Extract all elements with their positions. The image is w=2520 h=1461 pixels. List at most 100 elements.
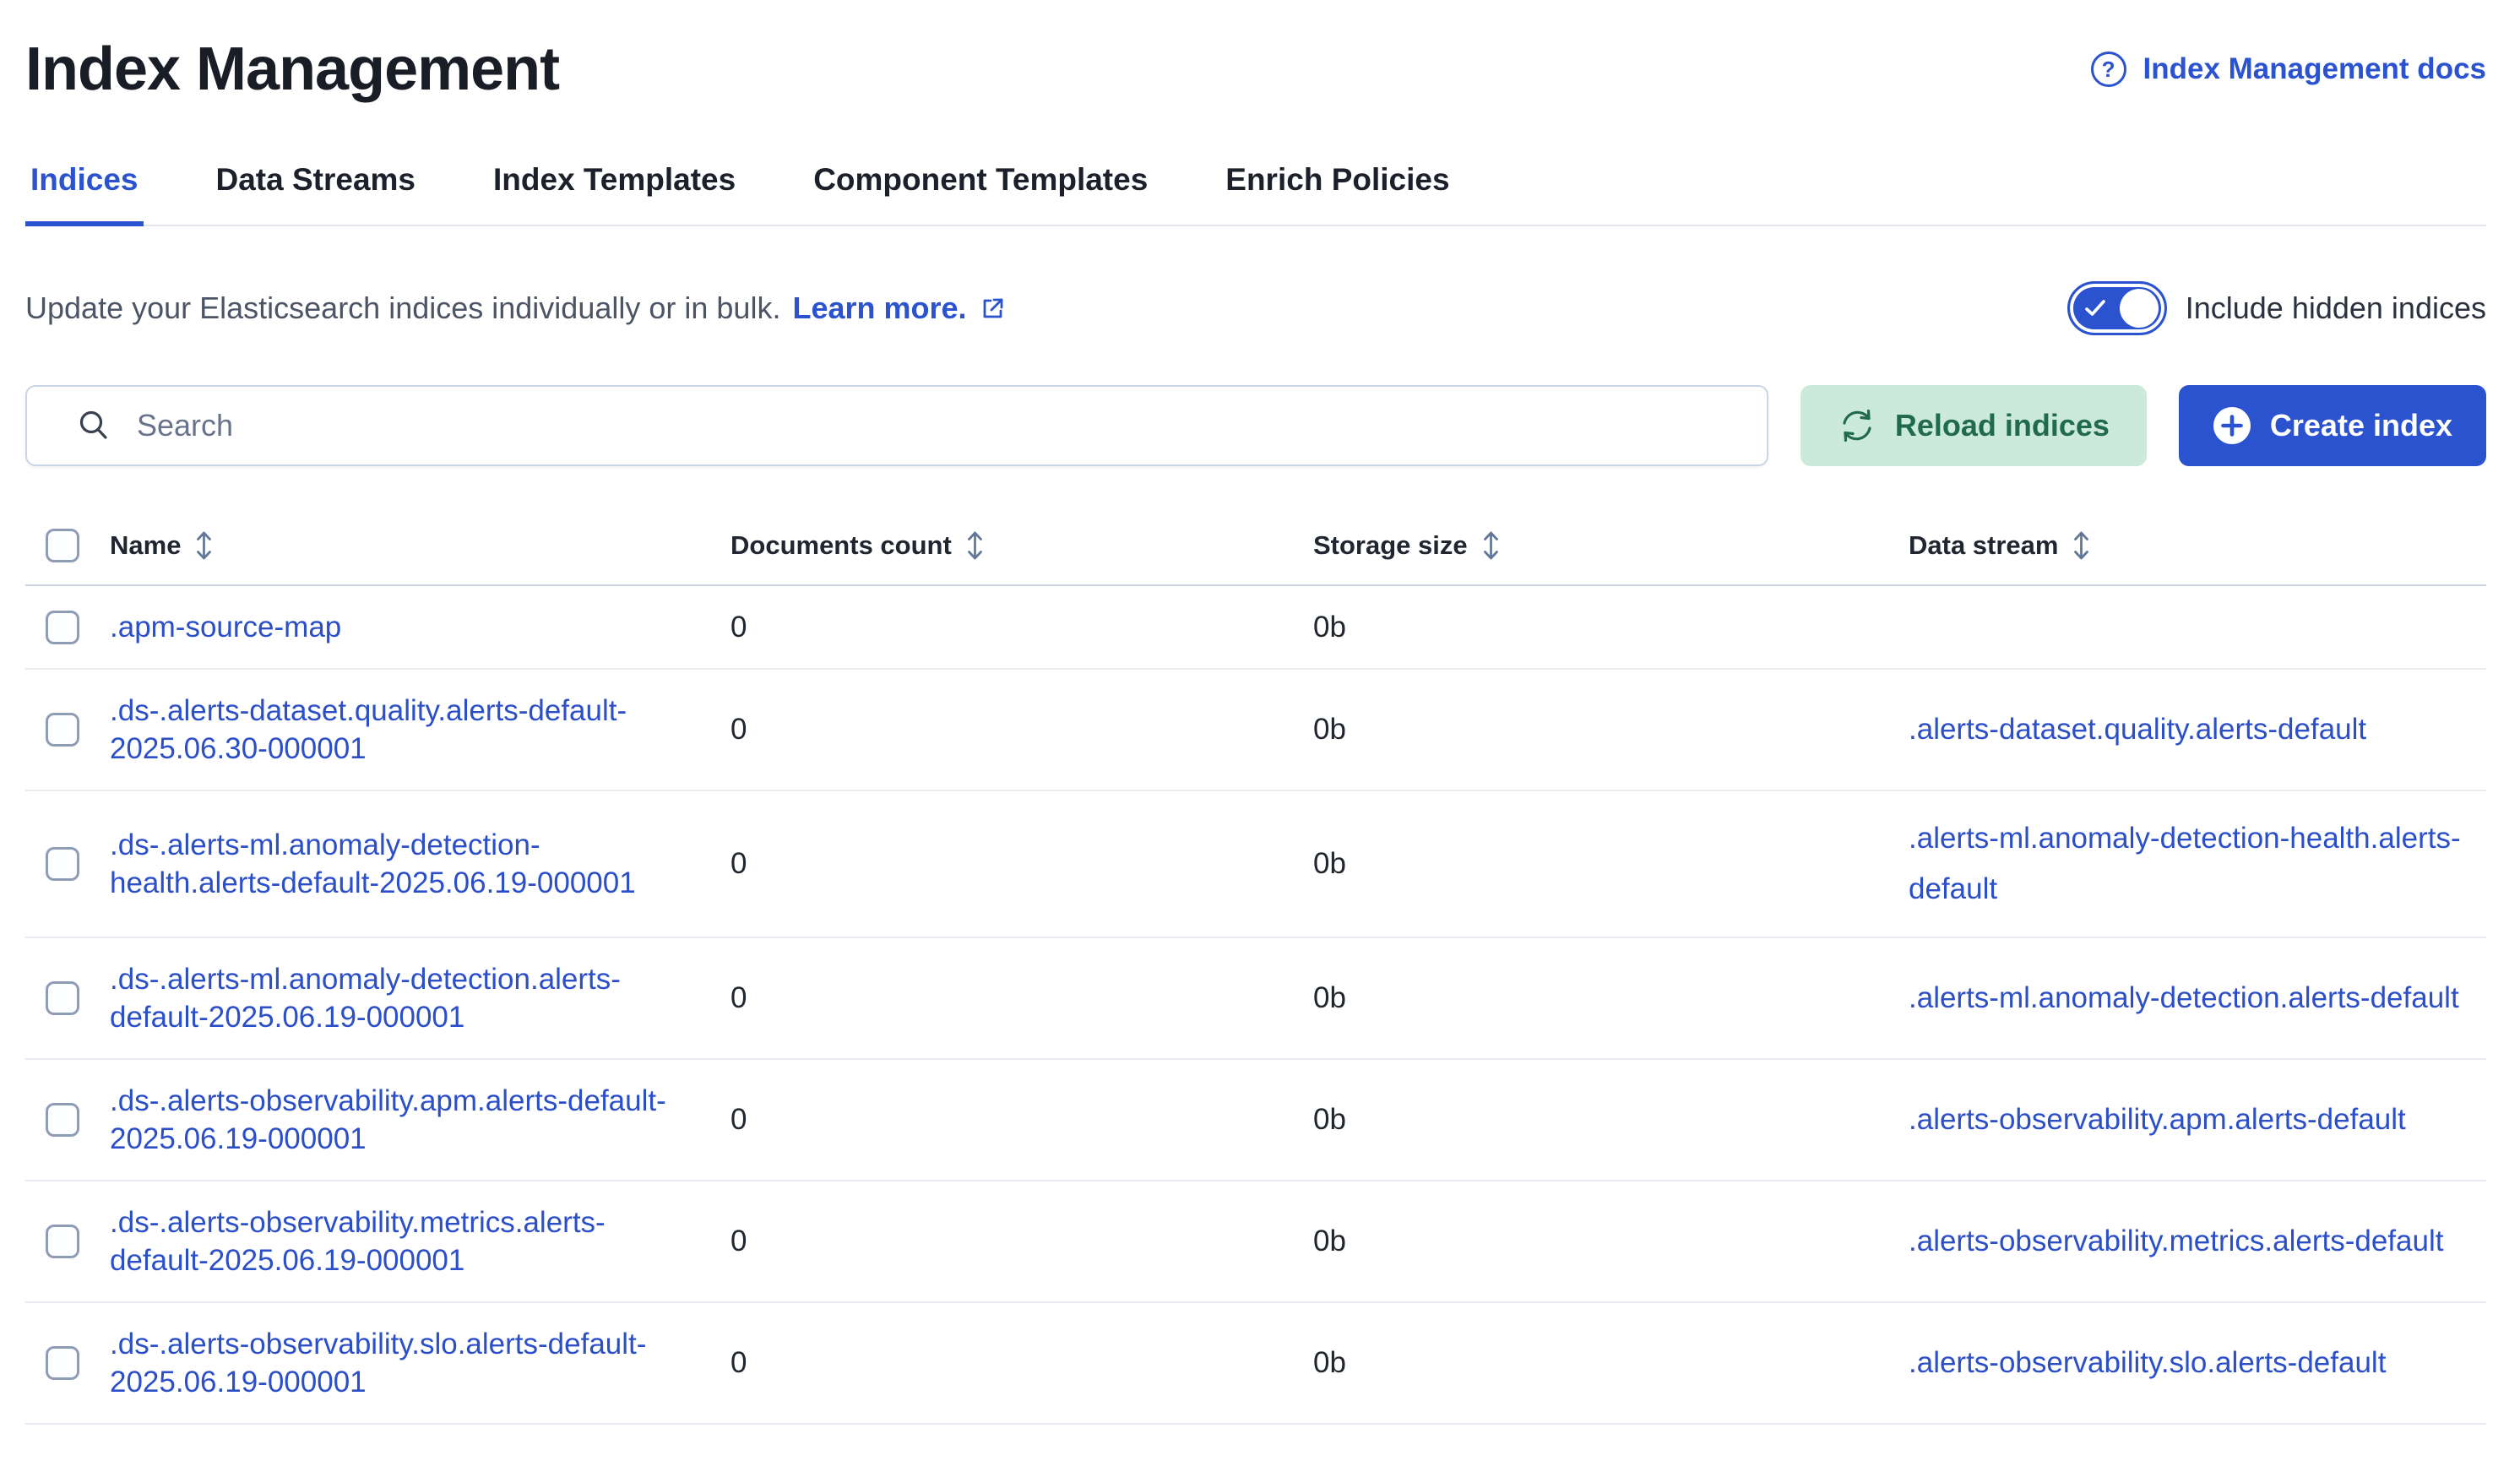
data-stream-link[interactable]: .alerts-ml.anomaly-detection.alerts-defa…: [1909, 973, 2469, 1024]
search-input[interactable]: [137, 408, 1741, 443]
index-name-link[interactable]: .ds-.alerts-observability.apm.alerts-def…: [110, 1082, 695, 1158]
select-all-checkbox[interactable]: [46, 529, 79, 562]
index-name-cell: .ds-.alerts-observability.slo.alerts-def…: [110, 1325, 730, 1401]
data-stream-cell: .alerts-ml.anomaly-detection.alerts-defa…: [1909, 973, 2486, 1024]
docs-link-label: Index Management docs: [2143, 52, 2486, 86]
table-row: .ds-.alerts-observability.metrics.alerts…: [25, 1181, 2486, 1303]
table-row: .ds-.alerts-observability.apm.alerts-def…: [25, 1060, 2486, 1181]
documents-count-value: 0: [730, 713, 1313, 747]
storage-size-value: 0b: [1313, 847, 1909, 881]
data-stream-link[interactable]: .alerts-ml.anomaly-detection-health.aler…: [1909, 813, 2469, 915]
documents-count-value: 0: [730, 611, 1313, 644]
table-row: .ds-.alerts-dataset.quality.alerts-defau…: [25, 670, 2486, 791]
tab-indices[interactable]: Indices: [25, 162, 144, 226]
toggle-knob: [2120, 289, 2159, 328]
row-checkbox[interactable]: [46, 1225, 79, 1258]
page-title: Index Management: [25, 35, 559, 104]
tab-data-streams[interactable]: Data Streams: [211, 162, 421, 226]
controls-row: Reload indices Create index: [25, 385, 2486, 466]
plus-in-circle-icon: [2213, 406, 2251, 445]
search-box: [25, 385, 1768, 466]
row-checkbox[interactable]: [46, 611, 79, 644]
data-stream-cell: .alerts-observability.apm.alerts-default: [1909, 1094, 2486, 1145]
table-row: .ds-.alerts-ml.anomaly-detection-health.…: [25, 791, 2486, 938]
column-header-label: Storage size: [1313, 530, 1468, 561]
index-name-cell: .ds-.alerts-observability.metrics.alerts…: [110, 1203, 730, 1279]
storage-size-value: 0b: [1313, 981, 1909, 1015]
intro-text: Update your Elasticsearch indices indivi…: [25, 291, 780, 326]
column-header-documents-count[interactable]: Documents count: [730, 530, 1313, 561]
index-name-link[interactable]: .apm-source-map: [110, 608, 695, 646]
include-hidden-indices-toggle[interactable]: [2067, 281, 2167, 335]
sort-icon: [1481, 530, 1501, 561]
question-in-circle-icon: ?: [2091, 52, 2126, 87]
toggle-label: Include hidden indices: [2186, 291, 2486, 326]
sort-icon: [2072, 530, 2091, 561]
documents-count-value: 0: [730, 847, 1313, 881]
learn-more-link[interactable]: Learn more.: [792, 291, 1005, 326]
intro-text-wrap: Update your Elasticsearch indices indivi…: [25, 291, 1006, 326]
create-index-button[interactable]: Create index: [2179, 385, 2486, 466]
tab-component-templates[interactable]: Component Templates: [808, 162, 1153, 226]
intro-row: Update your Elasticsearch indices indivi…: [25, 279, 2486, 338]
hidden-indices-toggle-wrap: Include hidden indices: [2067, 281, 2486, 335]
storage-size-value: 0b: [1313, 1225, 1909, 1258]
column-header-label: Documents count: [730, 530, 952, 561]
data-stream-cell: .alerts-ml.anomaly-detection-health.aler…: [1909, 813, 2486, 915]
data-stream-cell: .alerts-dataset.quality.alerts-default: [1909, 704, 2486, 755]
index-name-cell: .ds-.alerts-ml.anomaly-detection.alerts-…: [110, 960, 730, 1036]
index-name-cell: .ds-.alerts-ml.anomaly-detection-health.…: [110, 826, 730, 902]
storage-size-value: 0b: [1313, 1346, 1909, 1380]
refresh-icon: [1838, 406, 1876, 445]
row-checkbox[interactable]: [46, 713, 79, 747]
index-name-cell: .ds-.alerts-dataset.quality.alerts-defau…: [110, 692, 730, 768]
table-header-row: Name Documents count Storage size Data stre…: [25, 508, 2486, 586]
table-body: .apm-source-map00b.ds-.alerts-dataset.qu…: [25, 586, 2486, 1425]
row-checkbox[interactable]: [46, 1346, 79, 1380]
column-header-label: Name: [110, 530, 181, 561]
index-name-link[interactable]: .ds-.alerts-observability.metrics.alerts…: [110, 1203, 695, 1279]
reload-indices-label: Reload indices: [1895, 408, 2110, 443]
sort-icon: [194, 530, 214, 561]
column-header-name[interactable]: Name: [110, 530, 730, 561]
column-header-data-stream[interactable]: Data stream: [1909, 530, 2486, 561]
data-stream-link[interactable]: .alerts-dataset.quality.alerts-default: [1909, 704, 2469, 755]
data-stream-link[interactable]: .alerts-observability.apm.alerts-default: [1909, 1094, 2469, 1145]
docs-link[interactable]: ? Index Management docs: [2091, 52, 2486, 87]
external-link-icon: [979, 295, 1006, 322]
documents-count-value: 0: [730, 1346, 1313, 1380]
search-icon: [76, 408, 111, 443]
page-header: Index Management ? Index Management docs: [25, 29, 2486, 110]
data-stream-cell: .alerts-observability.slo.alerts-default: [1909, 1338, 2486, 1388]
table-row: .apm-source-map 00b: [25, 586, 2486, 670]
learn-more-label: Learn more.: [792, 291, 966, 326]
index-name-cell: .ds-.alerts-observability.apm.alerts-def…: [110, 1082, 730, 1158]
storage-size-value: 0b: [1313, 611, 1909, 644]
indices-table: Name Documents count Storage size Data stre…: [25, 508, 2486, 1425]
tab-enrich-policies[interactable]: Enrich Policies: [1220, 162, 1454, 226]
index-name-cell: .apm-source-map: [110, 608, 730, 646]
row-checkbox[interactable]: [46, 1103, 79, 1137]
index-management-page: Index Management ? Index Management docs…: [0, 0, 2520, 1461]
documents-count-value: 0: [730, 981, 1313, 1015]
sort-icon: [965, 530, 985, 561]
create-index-label: Create index: [2270, 408, 2452, 443]
storage-size-value: 0b: [1313, 713, 1909, 747]
tab-index-templates[interactable]: Index Templates: [488, 162, 741, 226]
index-name-link[interactable]: .ds-.alerts-ml.anomaly-detection-health.…: [110, 826, 695, 902]
column-header-label: Data stream: [1909, 530, 2058, 561]
documents-count-value: 0: [730, 1103, 1313, 1137]
documents-count-value: 0: [730, 1225, 1313, 1258]
reload-indices-button[interactable]: Reload indices: [1800, 385, 2147, 466]
storage-size-value: 0b: [1313, 1103, 1909, 1137]
row-checkbox[interactable]: [46, 981, 79, 1015]
index-name-link[interactable]: .ds-.alerts-observability.slo.alerts-def…: [110, 1325, 695, 1401]
data-stream-link[interactable]: .alerts-observability.slo.alerts-default: [1909, 1338, 2469, 1388]
data-stream-cell: .alerts-observability.metrics.alerts-def…: [1909, 1216, 2486, 1267]
column-header-storage-size[interactable]: Storage size: [1313, 530, 1909, 561]
index-name-link[interactable]: .ds-.alerts-ml.anomaly-detection.alerts-…: [110, 960, 695, 1036]
index-name-link[interactable]: .ds-.alerts-dataset.quality.alerts-defau…: [110, 692, 695, 768]
tab-bar: Indices Data Streams Index Templates Compon…: [25, 162, 2486, 226]
row-checkbox[interactable]: [46, 847, 79, 881]
data-stream-link[interactable]: .alerts-observability.metrics.alerts-def…: [1909, 1216, 2469, 1267]
